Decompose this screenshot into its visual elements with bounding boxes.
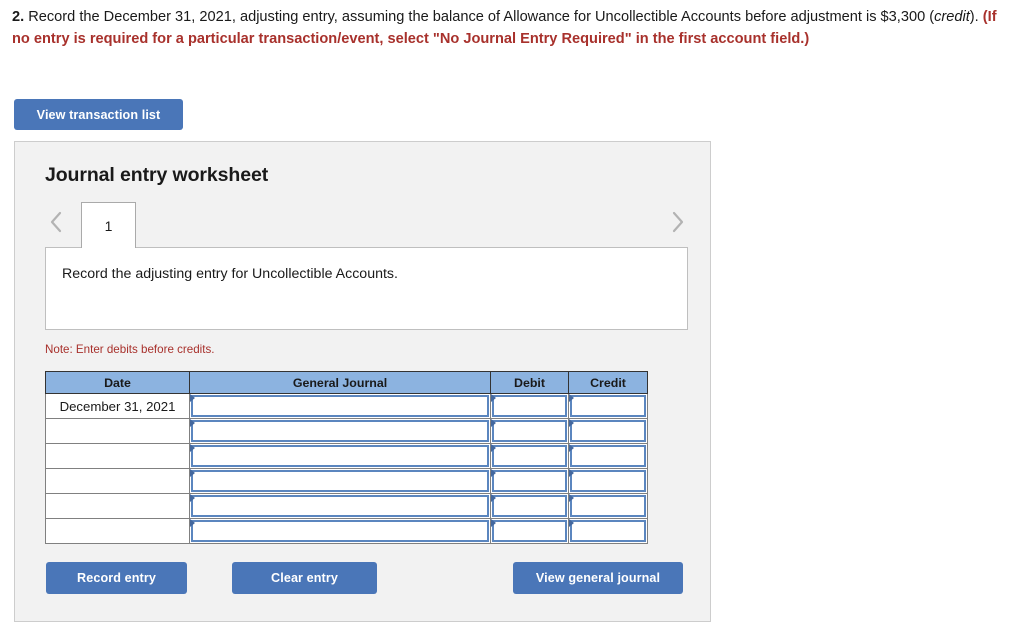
cell-dropdown-marker-icon <box>569 444 574 452</box>
cell-dropdown-marker-icon <box>190 494 195 502</box>
general-journal-input-cell[interactable] <box>189 493 491 519</box>
question-number: 2. <box>12 9 25 25</box>
debit-input-cell[interactable] <box>490 418 569 444</box>
question-italic-credit: credit <box>934 9 970 25</box>
question-prompt: 2. Record the December 31, 2021, adjusti… <box>12 7 997 50</box>
cell-dropdown-marker-icon <box>491 419 496 427</box>
table-row <box>45 443 648 469</box>
credit-input-cell-field[interactable] <box>570 495 646 517</box>
journal-entry-worksheet-panel: Journal entry worksheet 1 Record the adj… <box>14 141 711 622</box>
general-journal-input-cell-field[interactable] <box>191 470 489 492</box>
date-cell[interactable]: December 31, 2021 <box>45 393 190 419</box>
debit-input-cell[interactable] <box>490 493 569 519</box>
general-journal-input-cell[interactable] <box>189 468 491 494</box>
cell-dropdown-marker-icon <box>569 394 574 402</box>
cell-dropdown-marker-icon <box>569 519 574 527</box>
column-header-date: Date <box>45 371 190 394</box>
debit-input-cell[interactable] <box>490 443 569 469</box>
general-journal-input-cell-field[interactable] <box>191 420 489 442</box>
date-cell[interactable] <box>45 468 190 494</box>
credit-input-cell-field[interactable] <box>570 420 646 442</box>
table-row <box>45 518 648 544</box>
clear-entry-button[interactable]: Clear entry <box>232 562 377 594</box>
general-journal-input-cell[interactable] <box>189 418 491 444</box>
credit-input-cell-field[interactable] <box>570 470 646 492</box>
table-header-row: Date General Journal Debit Credit <box>45 371 648 394</box>
table-row <box>45 418 648 444</box>
question-body-second: ). <box>969 9 983 25</box>
cell-dropdown-marker-icon <box>190 444 195 452</box>
general-journal-input-cell-field[interactable] <box>191 520 489 542</box>
view-transaction-list-button[interactable]: View transaction list <box>14 99 183 130</box>
worksheet-instruction-text: Record the adjusting entry for Uncollect… <box>62 266 398 282</box>
general-journal-input-cell[interactable] <box>189 393 491 419</box>
view-general-journal-button[interactable]: View general journal <box>513 562 683 594</box>
debit-input-cell-field[interactable] <box>492 420 567 442</box>
chevron-left-icon[interactable] <box>45 207 67 237</box>
journal-entry-table: Date General Journal Debit Credit Decemb… <box>45 371 648 544</box>
general-journal-input-cell[interactable] <box>189 443 491 469</box>
general-journal-input-cell[interactable] <box>189 518 491 544</box>
chevron-right-icon[interactable] <box>667 207 689 237</box>
cell-dropdown-marker-icon <box>491 494 496 502</box>
table-row: December 31, 2021 <box>45 393 648 419</box>
cell-dropdown-marker-icon <box>491 519 496 527</box>
debit-input-cell-field[interactable] <box>492 395 567 417</box>
cell-dropdown-marker-icon <box>190 469 195 477</box>
debits-before-credits-note: Note: Enter debits before credits. <box>45 343 215 356</box>
debit-input-cell[interactable] <box>490 468 569 494</box>
question-body-first: Record the December 31, 2021, adjusting … <box>24 9 935 25</box>
credit-input-cell[interactable] <box>568 393 648 419</box>
debit-input-cell-field[interactable] <box>492 520 567 542</box>
column-header-debit: Debit <box>490 371 569 394</box>
credit-input-cell[interactable] <box>568 443 648 469</box>
date-cell[interactable] <box>45 493 190 519</box>
cell-dropdown-marker-icon <box>491 394 496 402</box>
cell-dropdown-marker-icon <box>569 419 574 427</box>
credit-input-cell[interactable] <box>568 418 648 444</box>
worksheet-tab-strip: 1 <box>45 202 689 248</box>
date-cell[interactable] <box>45 518 190 544</box>
credit-input-cell-field[interactable] <box>570 520 646 542</box>
cell-dropdown-marker-icon <box>190 419 195 427</box>
column-header-general-journal: General Journal <box>189 371 491 394</box>
credit-input-cell-field[interactable] <box>570 445 646 467</box>
general-journal-input-cell-field[interactable] <box>191 495 489 517</box>
worksheet-instruction-box: Record the adjusting entry for Uncollect… <box>45 247 688 330</box>
table-row <box>45 493 648 519</box>
credit-input-cell[interactable] <box>568 518 648 544</box>
debit-input-cell[interactable] <box>490 393 569 419</box>
cell-dropdown-marker-icon <box>569 469 574 477</box>
debit-input-cell-field[interactable] <box>492 495 567 517</box>
credit-input-cell[interactable] <box>568 493 648 519</box>
worksheet-title: Journal entry worksheet <box>45 164 269 186</box>
credit-input-cell-field[interactable] <box>570 395 646 417</box>
table-row <box>45 468 648 494</box>
column-header-credit: Credit <box>568 371 648 394</box>
worksheet-tab-1-label: 1 <box>104 217 113 234</box>
debit-input-cell[interactable] <box>490 518 569 544</box>
debit-input-cell-field[interactable] <box>492 445 567 467</box>
worksheet-tab-1[interactable]: 1 <box>81 202 136 248</box>
record-entry-button[interactable]: Record entry <box>46 562 187 594</box>
cell-dropdown-marker-icon <box>491 469 496 477</box>
date-cell[interactable] <box>45 443 190 469</box>
general-journal-input-cell-field[interactable] <box>191 395 489 417</box>
date-cell[interactable] <box>45 418 190 444</box>
credit-input-cell[interactable] <box>568 468 648 494</box>
cell-dropdown-marker-icon <box>190 519 195 527</box>
debit-input-cell-field[interactable] <box>492 470 567 492</box>
cell-dropdown-marker-icon <box>491 444 496 452</box>
cell-dropdown-marker-icon <box>190 394 195 402</box>
cell-dropdown-marker-icon <box>569 494 574 502</box>
general-journal-input-cell-field[interactable] <box>191 445 489 467</box>
